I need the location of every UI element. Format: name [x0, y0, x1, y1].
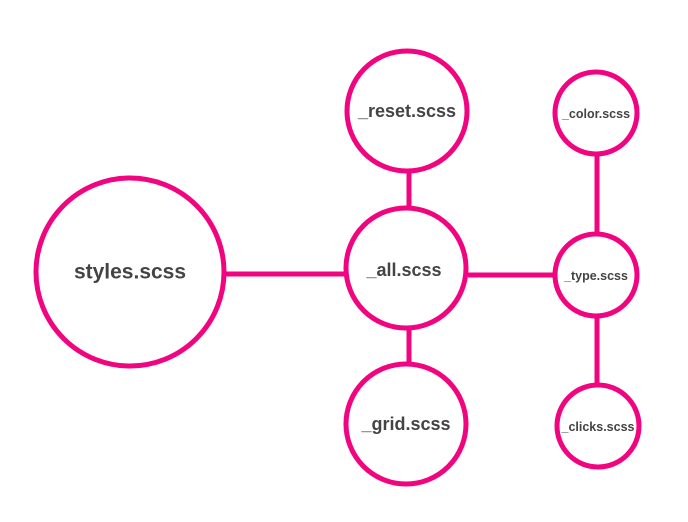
node-reset: _reset.scss — [344, 48, 470, 174]
node-type: _type.scss — [552, 231, 640, 319]
node-clicks-label: _clicks.scss — [561, 420, 635, 434]
node-styles-label: styles.scss — [74, 261, 186, 284]
node-all: _all.scss — [343, 205, 469, 331]
node-styles: styles.scss — [33, 175, 227, 369]
node-reset-label: _reset.scss — [357, 101, 456, 121]
node-grid-label: _grid.scss — [360, 414, 450, 434]
node-clicks: _clicks.scss — [554, 382, 642, 470]
node-color: _color.scss — [552, 69, 640, 157]
node-grid: _grid.scss — [343, 361, 469, 487]
node-type-label: _type.scss — [563, 269, 628, 283]
scss-structure-diagram: styles.scss _all.scss _reset.scss _grid.… — [33, 48, 642, 487]
node-color-label: _color.scss — [561, 107, 630, 121]
node-all-label: _all.scss — [365, 260, 441, 280]
